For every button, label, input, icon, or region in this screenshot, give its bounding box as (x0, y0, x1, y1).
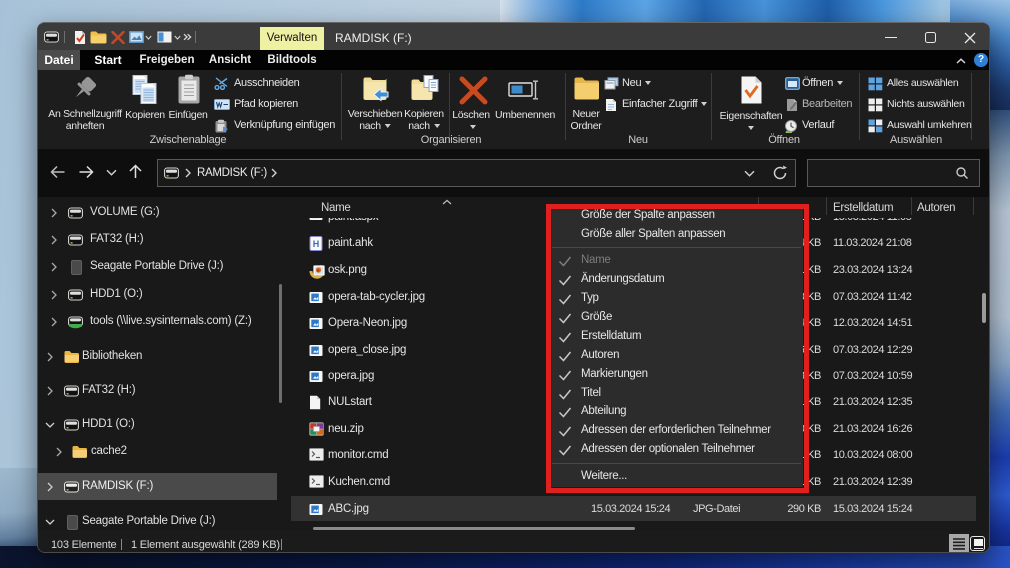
svg-text:H: H (313, 239, 320, 249)
